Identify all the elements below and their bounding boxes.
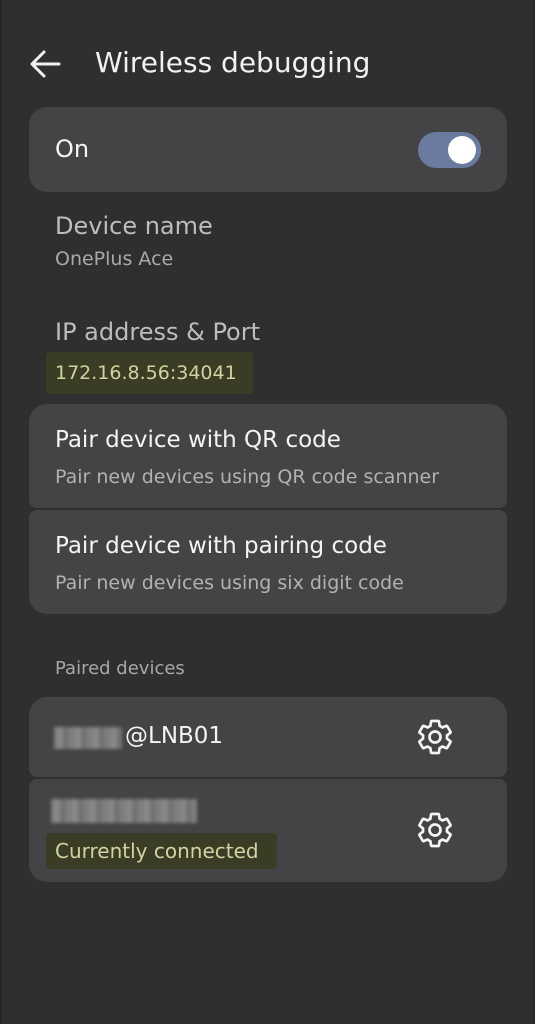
page-title: Wireless debugging <box>95 46 371 79</box>
redacted-name-part <box>54 727 122 749</box>
wireless-debugging-screen: Wireless debugging On Device name OnePlu… <box>0 0 535 1024</box>
pair-qr-code-option[interactable]: Pair device with QR code Pair new device… <box>29 404 507 508</box>
paired-device-name: @LNB01 <box>125 723 224 749</box>
top-app-bar: Wireless debugging <box>0 30 535 100</box>
pair-code-option[interactable]: Pair device with pairing code Pair new d… <box>29 510 507 614</box>
arrow-left-icon <box>26 46 70 82</box>
pair-code-title: Pair device with pairing code <box>55 533 387 559</box>
gear-icon <box>415 717 455 757</box>
paired-device-item-connected[interactable]: Currently connected <box>29 779 507 882</box>
wireless-debugging-switch-row[interactable]: On <box>29 107 507 192</box>
device-name-label: Device name <box>55 212 213 240</box>
ip-address-label: IP address & Port <box>55 318 261 346</box>
device-name-value: OnePlus Ace <box>55 248 174 270</box>
device-settings-button[interactable] <box>415 810 455 850</box>
back-button[interactable] <box>26 46 70 82</box>
paired-devices-header: Paired devices <box>55 658 185 679</box>
toggle-knob <box>448 136 476 164</box>
paired-device-item[interactable]: @LNB01 <box>29 697 507 777</box>
pair-qr-subtitle: Pair new devices using QR code scanner <box>55 466 440 488</box>
redacted-device-name <box>51 799 197 823</box>
switch-label: On <box>55 135 90 163</box>
device-name-row[interactable]: Device name OnePlus Ace <box>55 212 213 270</box>
ip-address-row[interactable]: IP address & Port <box>55 318 260 346</box>
device-settings-button[interactable] <box>415 717 455 757</box>
connected-status: Currently connected <box>55 839 259 863</box>
pair-qr-title: Pair device with QR code <box>55 427 341 453</box>
screen-edge-left <box>0 0 2 1024</box>
wireless-debugging-toggle[interactable] <box>418 132 481 168</box>
gear-icon <box>415 810 455 850</box>
pair-code-subtitle: Pair new devices using six digit code <box>55 572 404 594</box>
ip-address-value: 172.16.8.56:34041 <box>55 362 237 384</box>
